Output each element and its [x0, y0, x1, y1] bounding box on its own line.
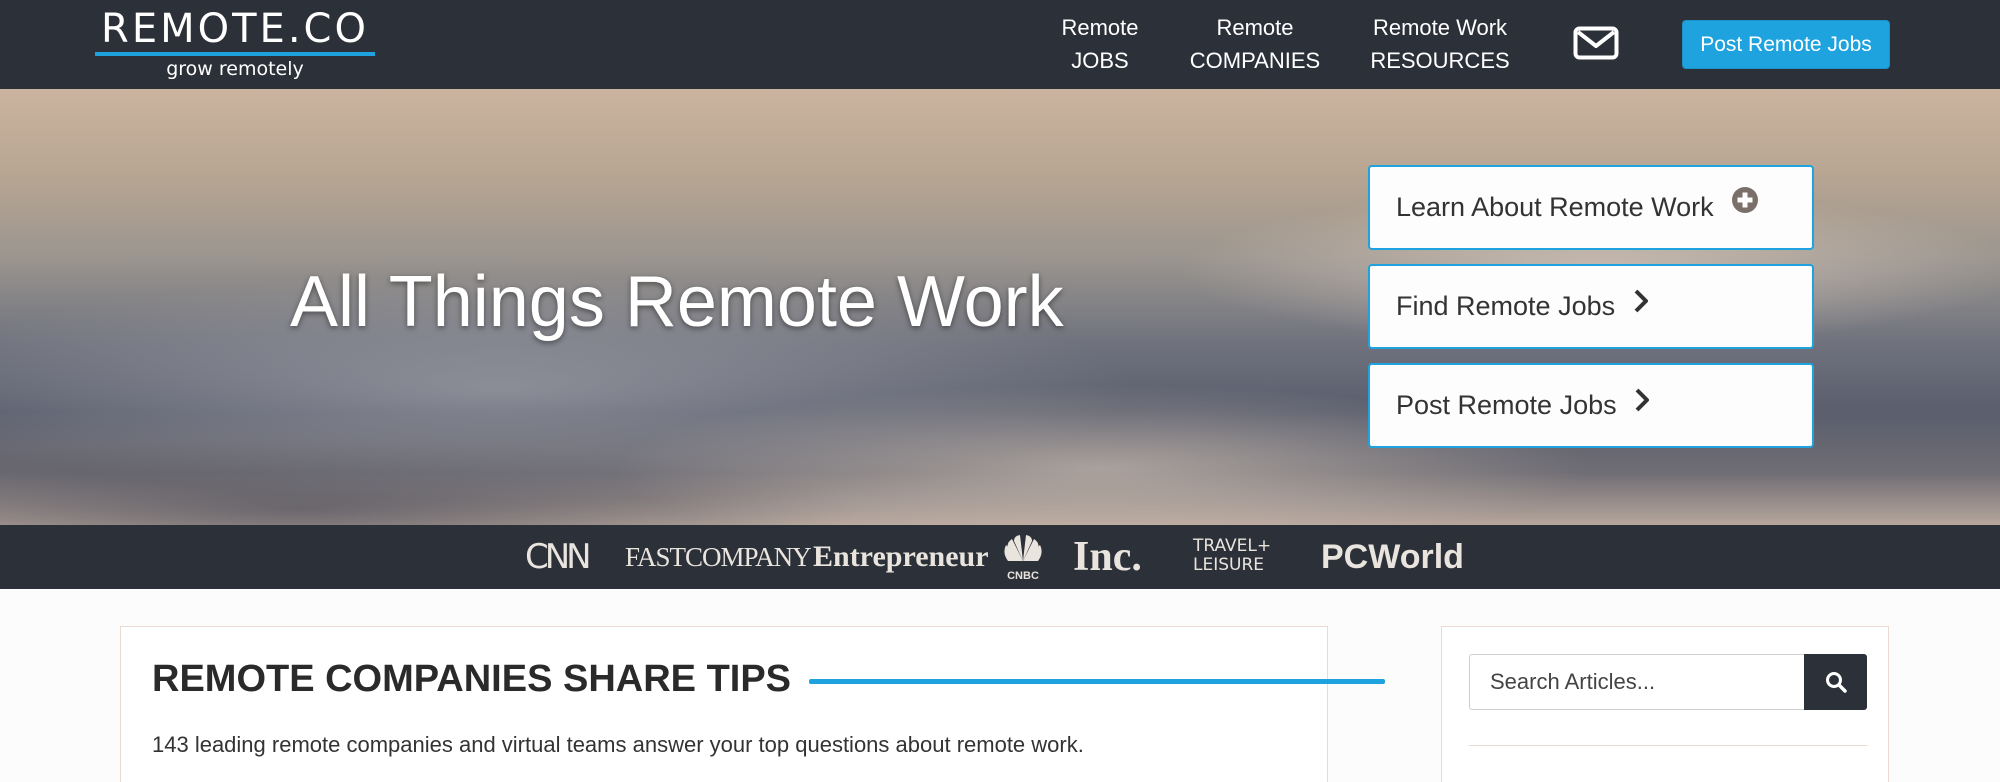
travel-leisure-line2: LEISURE [1193, 555, 1265, 575]
cnbc-logo: CNBC [998, 531, 1048, 583]
envelope-icon[interactable] [1573, 26, 1619, 60]
nav-remote-work-resources[interactable]: Remote Work RESOURCES [1355, 11, 1525, 77]
find-remote-jobs-label: Find Remote Jobs [1396, 291, 1616, 321]
nav-remote-jobs[interactable]: Remote JOBS [1040, 11, 1160, 77]
logo-tagline: grow remotely [166, 58, 304, 80]
search-articles-input[interactable] [1469, 654, 1804, 710]
search-button[interactable] [1804, 654, 1867, 710]
learn-about-remote-work-label: Learn About Remote Work [1396, 192, 1714, 222]
hero-banner: All Things Remote Work Learn About Remot… [0, 89, 2000, 525]
post-remote-jobs-button[interactable]: Post Remote Jobs [1682, 20, 1890, 69]
section-title: REMOTE COMPANIES SHARE TIPS [152, 658, 792, 700]
find-remote-jobs-button[interactable]: Find Remote Jobs [1368, 264, 1814, 349]
press-logos-bar: CNN FASTCOMPANY Entrepreneur CNBC Inc. T… [0, 525, 2000, 589]
section-description: 143 leading remote companies and virtual… [152, 732, 1084, 757]
cnbc-logo-text: CNBC [1007, 570, 1039, 582]
top-navbar: REMOTE.CO grow remotely Remote JOBS Remo… [0, 0, 2000, 89]
post-remote-jobs-hero-label: Post Remote Jobs [1396, 390, 1617, 420]
site-logo[interactable]: REMOTE.CO grow remotely [95, 6, 375, 80]
cnn-logo: CNN [525, 537, 592, 577]
sidebar-divider [1469, 745, 1867, 746]
nav-remote-jobs-line2: JOBS [1071, 48, 1129, 73]
nav-remote-work-resources-line2: RESOURCES [1370, 48, 1510, 73]
travel-leisure-line1: TRAVEL+ [1193, 536, 1272, 556]
entrepreneur-logo: Entrepreneur [813, 540, 989, 573]
nav-remote-companies-line2: COMPANIES [1189, 48, 1321, 73]
main-content-card: REMOTE COMPANIES SHARE TIPS 143 leading … [120, 626, 1385, 782]
nav-remote-companies[interactable]: Remote COMPANIES [1180, 11, 1330, 77]
logo-wordmark: REMOTE.CO [101, 6, 369, 52]
learn-about-remote-work-button[interactable]: Learn About Remote Work [1368, 165, 1814, 250]
hero-title: All Things Remote Work [290, 262, 1064, 342]
chevron-right-icon [1633, 264, 1649, 345]
search-icon [1826, 672, 1847, 693]
pcworld-logo: PCWorld [1321, 538, 1464, 576]
title-accent-rule [809, 679, 1385, 684]
fastcompany-logo: FASTCOMPANY [625, 542, 812, 572]
inc-logo: Inc. [1073, 534, 1142, 580]
travel-leisure-logo: TRAVEL+ LEISURE [1193, 537, 1271, 581]
sidebar-card [1441, 626, 1889, 782]
nav-remote-jobs-line1: Remote [1061, 15, 1139, 40]
chevron-right-icon [1634, 363, 1650, 444]
nav-remote-work-resources-line1: Remote Work [1372, 15, 1508, 40]
nav-remote-companies-line1: Remote [1216, 15, 1294, 40]
post-remote-jobs-hero-button[interactable]: Post Remote Jobs [1368, 363, 1814, 448]
plus-circle-icon [1731, 165, 1759, 246]
